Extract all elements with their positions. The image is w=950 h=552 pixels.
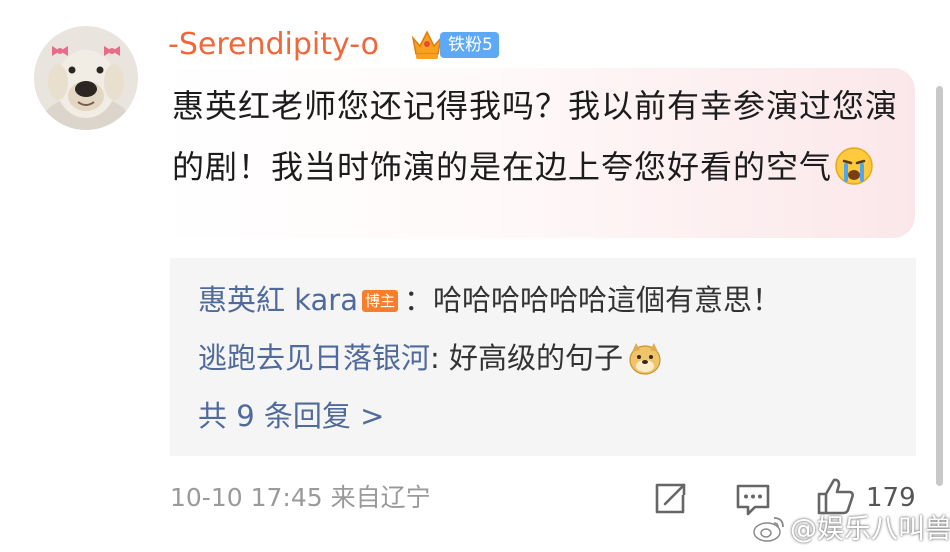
crown-icon — [411, 30, 443, 59]
like-icon[interactable] — [816, 476, 856, 516]
reply-item[interactable]: 惠英紅 kara 博主 ：哈哈哈哈哈哈這個有意思！ — [198, 280, 781, 320]
comment-meta: 10-10 17:45 来自辽宁 — [170, 483, 431, 512]
comment-text: 惠英红老师您还记得我吗？我以前有幸参演过您演的剧！我当时饰演的是在边上夸您好看的… — [172, 76, 902, 198]
reply-separator: ： — [403, 283, 433, 317]
blogger-badge: 博主 — [361, 290, 398, 312]
watermark-text: @娱乐八叫兽 — [790, 514, 950, 545]
avatar-dog-image — [34, 26, 138, 130]
doge-emoji-icon — [629, 343, 661, 375]
view-all-replies-link[interactable]: 共 9 条回复 > — [198, 396, 384, 436]
comment-body: 惠英红老师您还记得我吗？我以前有幸参演过您演的剧！我当时饰演的是在边上夸您好看的… — [172, 87, 899, 186]
avatar[interactable] — [34, 26, 138, 130]
reply-author[interactable]: 逃跑去见日落银河 — [198, 341, 430, 375]
reply-author[interactable]: 惠英紅 kara — [198, 283, 358, 317]
share-icon[interactable] — [652, 481, 688, 517]
watermark: @娱乐八叫兽 — [752, 512, 950, 548]
weibo-comment-card: -Serendipity-o 铁粉5 惠英红老师您还记得我吗？我以前有幸参演过您… — [0, 0, 950, 552]
crying-emoji-icon — [835, 147, 873, 185]
reply-separator: : — [430, 341, 450, 375]
reply-text: 哈哈哈哈哈哈這個有意思！ — [433, 283, 782, 317]
reply-item[interactable]: 逃跑去见日落银河: 好高级的句子 — [198, 338, 663, 378]
weibo-logo-icon — [753, 517, 784, 542]
scrollbar[interactable] — [936, 86, 943, 486]
fan-badge: 铁粉5 — [440, 32, 499, 58]
username[interactable]: -Serendipity-o — [168, 24, 379, 66]
reply-text: 好高级的句子 — [449, 341, 624, 375]
